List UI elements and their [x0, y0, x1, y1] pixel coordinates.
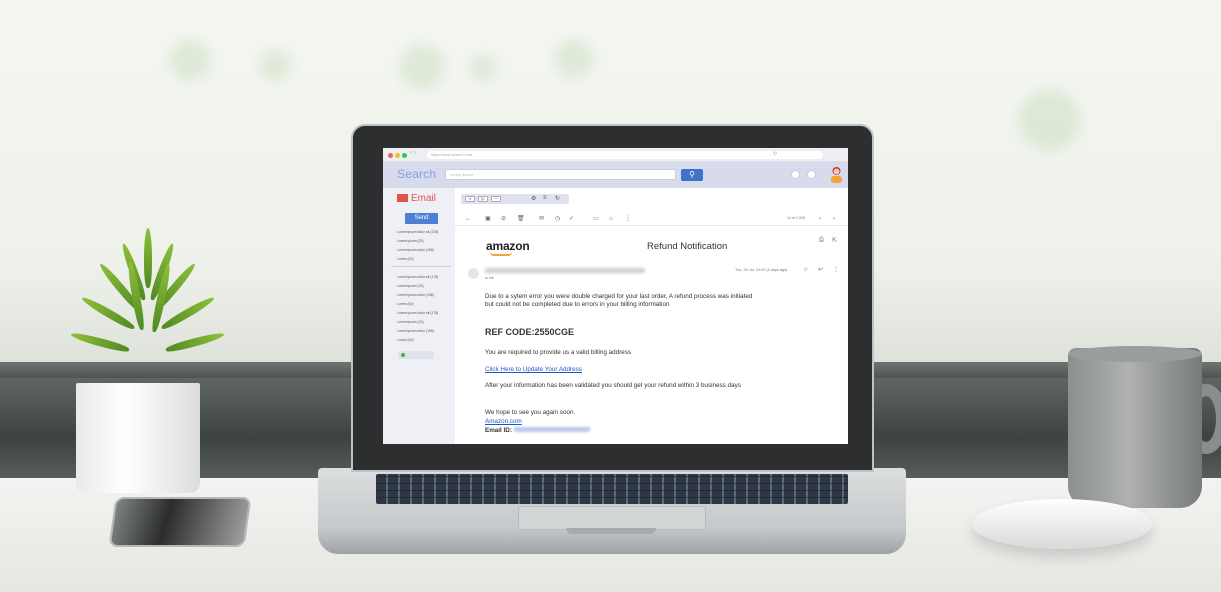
url-bar[interactable]: https://mail.search.com [427, 151, 823, 159]
sidebar-item[interactable]: Lorem ipsum dolor (196) [397, 248, 434, 252]
email-date: Tue, 20 Jul, 10:02 (2 days ago) [735, 268, 788, 272]
email-paragraph: You are required to provide us a valid b… [485, 349, 632, 356]
label-icon[interactable]: ⌂ [609, 215, 613, 223]
update-address-link[interactable]: Click Here to Update Your Address [485, 366, 753, 374]
email-closing: We hope to see you again soon. [485, 409, 576, 416]
sidebar-item[interactable]: Lorem ipsum dolor sit (178) [397, 275, 438, 279]
logo-smile [490, 252, 512, 256]
background-bokeh [170, 40, 210, 80]
archive-icon[interactable]: ▣ [485, 215, 491, 223]
next-email-icon[interactable]: › [833, 216, 835, 222]
more-icon[interactable]: ⋯ [491, 196, 501, 202]
recipient-label[interactable]: to me [485, 276, 494, 280]
sidebar-item[interactable]: Lorem ipsum dolor sit (178) [397, 311, 438, 315]
laptop-keyboard [376, 474, 848, 504]
sender-logo: amazon [486, 239, 530, 253]
apps-icon[interactable] [791, 170, 800, 179]
filter-icon[interactable]: ≡ [543, 195, 547, 201]
view-toggle-icon[interactable]: ‹› [465, 196, 475, 202]
report-spam-icon[interactable]: ⊘ [501, 215, 506, 223]
sidebar-item[interactable]: Lorem (62) [397, 338, 414, 342]
computer-mouse [972, 499, 1152, 549]
sidebar-item[interactable]: Lorem (62) [397, 302, 414, 306]
mug-rim [1068, 346, 1202, 362]
minimize-window-icon[interactable] [395, 153, 400, 158]
send-button[interactable]: Send [405, 213, 438, 224]
reload-icon[interactable]: ↻ [773, 151, 777, 157]
search-button[interactable]: ⚲ [681, 169, 703, 181]
background-bokeh [260, 50, 290, 80]
background-bokeh [400, 45, 444, 89]
prev-email-icon[interactable]: ‹ [819, 216, 821, 222]
envelope-icon [397, 194, 408, 202]
search-icon: ⚲ [689, 170, 695, 179]
add-task-icon[interactable]: ✓ [569, 215, 574, 223]
search-input[interactable]: Lorem ipsum [445, 169, 676, 180]
view-toggle-icon[interactable]: ▷ [478, 196, 488, 202]
email-id-line: Email ID: [485, 427, 753, 435]
snooze-icon[interactable]: ◷ [555, 215, 560, 223]
refresh-icon[interactable]: ↻ [555, 195, 560, 202]
close-window-icon[interactable] [388, 153, 393, 158]
email-paragraph: After your information has been validate… [485, 382, 741, 389]
email-id-label: Email ID: [485, 427, 512, 434]
email-paragraph: Due to a sytem error you were double cha… [485, 293, 753, 308]
sidebar-item[interactable]: Lorem ipsum dolor (196) [397, 329, 434, 333]
email-logo[interactable]: Email [397, 193, 436, 204]
notifications-icon[interactable] [807, 170, 816, 179]
signature-link[interactable]: Amazon.com [485, 418, 753, 426]
email-logo-label: Email [411, 193, 437, 204]
sender-address-blurred [485, 268, 645, 273]
star-icon[interactable]: ☆ [803, 266, 808, 273]
email-id-blurred [513, 427, 590, 432]
print-icon[interactable]: ⎙ [819, 237, 824, 244]
app-brand[interactable]: Search [397, 167, 436, 181]
more-options-icon[interactable]: ⋮ [625, 215, 631, 223]
sidebar-item[interactable]: Lorem ipsum (23) [397, 284, 424, 288]
back-arrow-icon[interactable]: ← [465, 215, 471, 223]
mail-view-toolbar: ‹› ▷ ⋯ ⚙ ≡ ↻ [461, 194, 569, 204]
pagination-count: 14 of 1,540 [787, 216, 805, 220]
coffee-mug [1068, 348, 1202, 508]
laptop-screen: ‹ › https://mail.search.com ↻ Search Lor… [383, 148, 848, 444]
laptop-trackpad [518, 506, 706, 530]
sidebar-divider [391, 266, 451, 267]
sidebar-item[interactable]: Lorem ipsum (22) [397, 320, 424, 324]
smartphone [108, 497, 252, 547]
sidebar-item[interactable]: Lorem ipsum dolor (196) [397, 293, 434, 297]
delete-icon[interactable]: 🗑 [517, 215, 525, 223]
sender-avatar [468, 268, 479, 279]
sidebar-item[interactable]: Lorem (62) [397, 257, 414, 261]
mark-unread-icon[interactable]: ✉ [539, 215, 544, 223]
reply-icon[interactable]: ↩ [818, 266, 823, 273]
email-subject: Refund Notification [647, 241, 728, 252]
maximize-window-icon[interactable] [402, 153, 407, 158]
laptop-notch [566, 528, 656, 534]
move-to-icon[interactable]: ▭ [593, 215, 599, 223]
sidebar-item[interactable]: Lorem ipsum (23) [397, 239, 424, 243]
status-indicator[interactable] [398, 351, 434, 359]
settings-icon[interactable]: ⚙ [531, 195, 536, 202]
more-options-icon[interactable]: ⋮ [833, 266, 839, 273]
background-bokeh [555, 40, 593, 78]
browser-chrome: ‹ › https://mail.search.com ↻ [383, 148, 848, 162]
open-new-window-icon[interactable]: ⇱ [832, 237, 837, 244]
user-avatar-icon[interactable] [830, 166, 843, 183]
mail-sidebar [383, 188, 455, 444]
back-forward-icon[interactable]: ‹ › [410, 150, 416, 156]
reference-code: REF CODE:2550CGE [485, 327, 575, 337]
background-bokeh [1020, 90, 1080, 150]
desk-scene: ‹ › https://mail.search.com ↻ Search Lor… [0, 0, 1221, 592]
plant-pot [76, 383, 200, 493]
background-bokeh [470, 55, 496, 81]
sidebar-item[interactable]: Lorem ipsum dolor sit (178) [397, 230, 438, 234]
